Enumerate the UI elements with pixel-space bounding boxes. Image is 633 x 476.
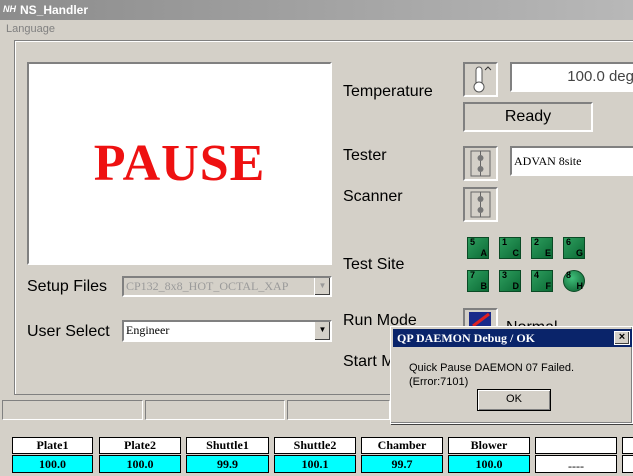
error-dialog: QP DAEMON Debug / OK × Quick Pause DAEMO… bbox=[390, 326, 633, 424]
status-pane-1 bbox=[2, 400, 143, 420]
dialog-title-bar: QP DAEMON Debug / OK × bbox=[393, 329, 632, 347]
reading-header-shuttle1: Shuttle1 bbox=[186, 437, 269, 454]
thermometer-icon[interactable] bbox=[463, 62, 498, 97]
reading-value-chamber: 99.7 bbox=[361, 455, 443, 473]
setup-files-label: Setup Files bbox=[27, 278, 108, 295]
status-pane-3 bbox=[287, 400, 390, 420]
chevron-down-icon[interactable]: ▼ bbox=[314, 278, 330, 295]
tester-label: Tester bbox=[343, 147, 387, 164]
reading-header-empty-2 bbox=[622, 437, 633, 454]
tester-device-icon[interactable] bbox=[463, 146, 498, 181]
test-site-button-2[interactable]: 2E bbox=[531, 237, 553, 259]
reading-header-blower: Blower bbox=[448, 437, 530, 454]
chevron-down-icon[interactable]: ▼ bbox=[314, 322, 330, 340]
reading-header-plate1: Plate1 bbox=[12, 437, 93, 454]
title-bar bbox=[0, 0, 633, 20]
reading-header-chamber: Chamber bbox=[361, 437, 443, 454]
app-logo-icon: NH bbox=[3, 4, 16, 14]
reading-header-shuttle2: Shuttle2 bbox=[274, 437, 356, 454]
run-mode-icon[interactable] bbox=[463, 308, 498, 328]
reading-header-empty-1 bbox=[535, 437, 617, 454]
temperature-label: Temperature bbox=[343, 83, 433, 100]
tester-value-field: ADVAN 8site bbox=[510, 146, 633, 176]
setup-files-select[interactable]: CP132_8x8_HOT_OCTAL_XAP ▼ bbox=[122, 276, 332, 297]
test-site-button-6[interactable]: 6G bbox=[563, 237, 585, 259]
test-site-button-4[interactable]: 4F bbox=[531, 270, 553, 292]
pause-status-text: PAUSE bbox=[93, 135, 266, 192]
dialog-ok-button[interactable]: OK bbox=[477, 389, 551, 411]
status-display-panel: PAUSE bbox=[27, 62, 332, 265]
dialog-title: QP DAEMON Debug / OK bbox=[397, 331, 536, 345]
reading-value-empty-2 bbox=[622, 455, 633, 473]
test-site-button-1[interactable]: 1C bbox=[499, 237, 521, 259]
reading-header-plate2: Plate2 bbox=[99, 437, 181, 454]
window-title: NS_Handler bbox=[20, 3, 89, 17]
reading-value-plate2: 100.0 bbox=[99, 455, 181, 473]
scanner-label: Scanner bbox=[343, 188, 403, 205]
dialog-message: Quick Pause DAEMON 07 Failed. (Error:710… bbox=[409, 362, 575, 388]
test-site-button-3[interactable]: 3D bbox=[499, 270, 521, 292]
reading-value-shuttle1: 99.9 bbox=[186, 455, 269, 473]
close-icon[interactable]: × bbox=[614, 331, 630, 345]
reading-value-shuttle2: 100.1 bbox=[274, 455, 356, 473]
temperature-value-field: 100.0 deg bbox=[510, 62, 633, 92]
user-select-dropdown[interactable]: Engineer ▼ bbox=[122, 320, 332, 342]
test-site-button-8[interactable]: 8H bbox=[563, 270, 585, 292]
menu-language[interactable]: Language bbox=[6, 22, 55, 36]
temperature-status: Ready bbox=[463, 102, 593, 132]
test-site-button-7[interactable]: 7B bbox=[467, 270, 489, 292]
test-site-button-5[interactable]: 5A bbox=[467, 237, 489, 259]
test-site-label: Test Site bbox=[343, 256, 405, 273]
status-pane-2 bbox=[145, 400, 285, 420]
scanner-device-icon[interactable] bbox=[463, 187, 498, 222]
reading-value-blower: 100.0 bbox=[448, 455, 530, 473]
setup-files-value: CP132_8x8_HOT_OCTAL_XAP bbox=[126, 279, 289, 293]
user-select-value: Engineer bbox=[126, 323, 170, 337]
user-select-label: User Select bbox=[27, 323, 110, 340]
reading-value-plate1: 100.0 bbox=[12, 455, 93, 473]
start-mode-label: Start M bbox=[343, 353, 395, 370]
reading-value-empty-1: ---- bbox=[535, 455, 617, 473]
